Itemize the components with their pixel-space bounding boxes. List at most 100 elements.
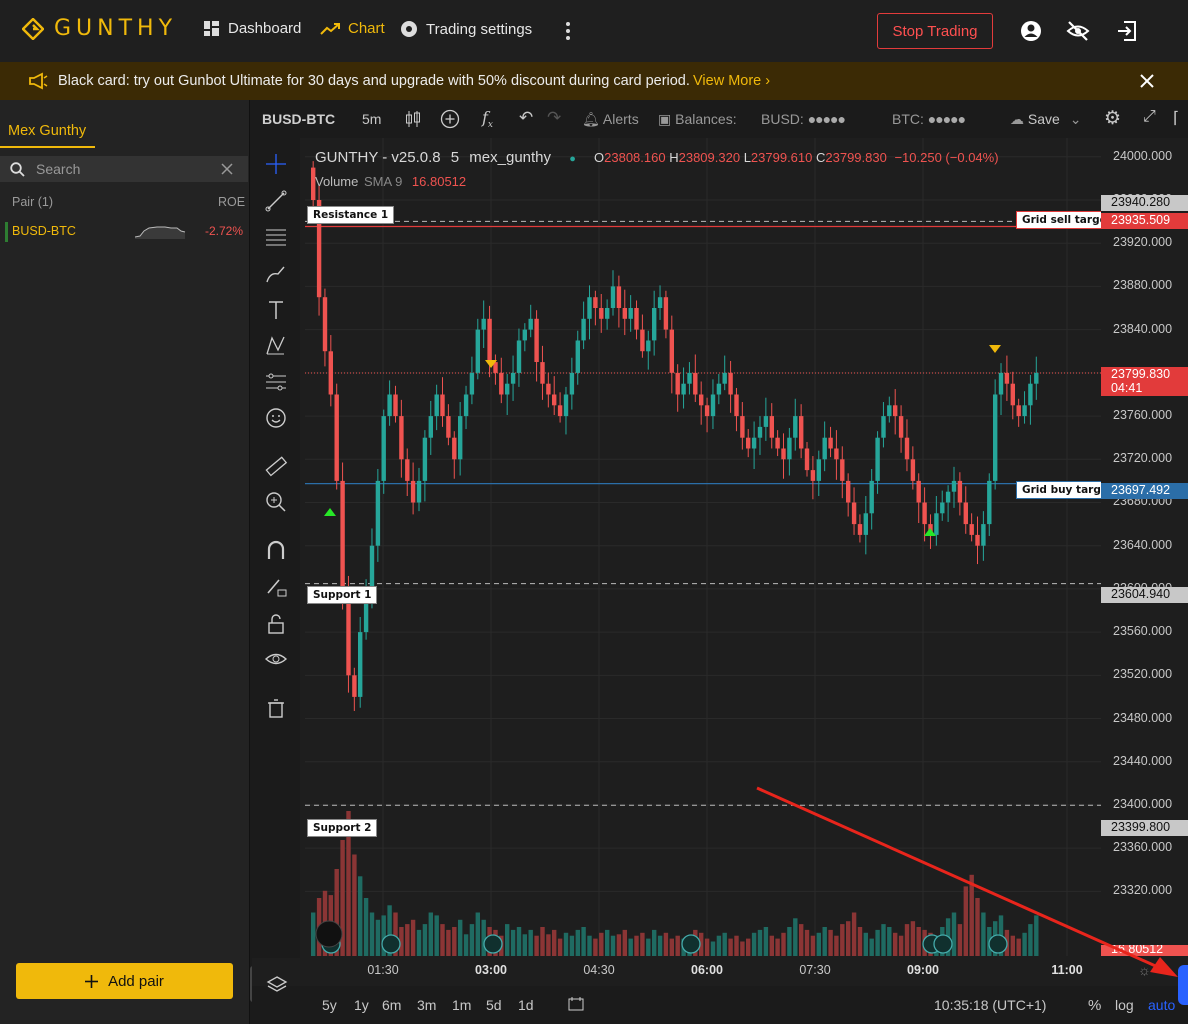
eye-off-icon[interactable]	[1066, 19, 1090, 43]
volume-bar	[828, 929, 833, 956]
candle-body	[863, 513, 868, 535]
gunthy-logo[interactable]: GUNTHY	[22, 16, 177, 41]
candle-body	[546, 383, 551, 395]
zoom-in-icon[interactable]	[264, 490, 288, 514]
save-button[interactable]: ☁ Save ⌄	[1010, 111, 1081, 128]
forecast-icon[interactable]	[264, 370, 288, 394]
volume-bar	[622, 929, 627, 956]
user-icon[interactable]	[1019, 19, 1043, 43]
range-button-1d[interactable]: 1d	[518, 997, 534, 1013]
trash-icon[interactable]	[264, 696, 288, 720]
undo-icon[interactable]: ↶	[519, 108, 533, 128]
range-button-1y[interactable]: 1y	[354, 997, 369, 1013]
add-pair-button[interactable]: Add pair	[16, 963, 233, 999]
volume-bar	[804, 929, 810, 956]
text-tool-icon[interactable]	[264, 298, 288, 322]
candle-body	[622, 308, 627, 319]
candle-body	[387, 394, 392, 417]
pattern-icon[interactable]	[264, 334, 288, 358]
nav-chart[interactable]: Chart	[320, 20, 385, 37]
lock-icon[interactable]	[264, 612, 288, 636]
trendline-icon[interactable]	[264, 189, 288, 213]
price-axis[interactable]: 24000.00023960.00023920.00023880.0002384…	[1101, 138, 1188, 956]
support-1-label[interactable]: Support 1	[307, 586, 378, 604]
logout-icon[interactable]	[1115, 19, 1139, 43]
fullscreen-icon[interactable]: ⤢	[1143, 108, 1156, 126]
candle-body	[846, 480, 851, 503]
percent-scale-toggle[interactable]: %	[1088, 997, 1101, 1014]
event-badge-icon	[483, 934, 503, 954]
chart-side-handle[interactable]	[1178, 965, 1188, 1005]
add-indicator-icon[interactable]	[440, 109, 460, 129]
view-more-link[interactable]: View More ›	[693, 73, 770, 89]
cloud-icon: ☁	[1010, 111, 1024, 127]
log-scale-toggle[interactable]: log	[1115, 997, 1134, 1013]
support-2-price: 23399.800	[1101, 820, 1188, 836]
banner-text: Black card: try out Gunbot Ultimate for …	[58, 73, 690, 89]
eye-icon[interactable]	[264, 647, 288, 671]
resistance-1-price: 23940.280	[1101, 195, 1188, 211]
range-button-5d[interactable]: 5d	[486, 997, 502, 1013]
axis-settings-icon[interactable]: ☼	[1138, 962, 1151, 978]
nav-dashboard[interactable]: Dashboard	[203, 20, 301, 37]
symbol-selector[interactable]: BUSD-BTC	[262, 111, 335, 127]
more-vertical-icon[interactable]	[556, 19, 580, 43]
candle-body	[458, 416, 463, 460]
clear-search-icon[interactable]	[221, 163, 233, 175]
busd-balance: BUSD: ●●●●●	[761, 111, 846, 127]
candlestick-chart[interactable]	[305, 138, 1101, 956]
chart-settings-icon[interactable]: ⚙	[1104, 107, 1121, 130]
magnet-icon[interactable]	[264, 539, 288, 563]
snapshot-icon[interactable]: ⌈	[1173, 108, 1179, 128]
plus-icon	[85, 974, 99, 988]
candle-body	[987, 480, 992, 525]
legend-source: mex_gunthy	[469, 149, 552, 166]
nav-trading-settings[interactable]: Trading settings	[400, 20, 532, 38]
interval-selector[interactable]: 5m	[362, 111, 381, 127]
range-button-3m[interactable]: 3m	[417, 997, 436, 1013]
time-axis[interactable]: 01:30 03:00 04:30 06:00 07:30 09:00 11:00	[305, 956, 1101, 984]
candle-body	[716, 383, 722, 395]
range-button-1m[interactable]: 1m	[452, 997, 471, 1013]
candle-body	[710, 394, 716, 417]
event-badge-icon	[933, 934, 953, 954]
auto-scale-toggle[interactable]: auto	[1148, 997, 1175, 1013]
resistance-1-label[interactable]: Resistance 1	[307, 206, 395, 224]
redo-icon[interactable]: ↷	[547, 108, 561, 128]
crosshair-icon[interactable]	[264, 152, 288, 176]
ruler-icon[interactable]	[264, 454, 288, 478]
candle-body	[775, 437, 780, 449]
volume-bar	[775, 938, 780, 956]
volume-bar	[751, 932, 757, 956]
top-navbar: GUNTHY Dashboard Chart Trading settings …	[0, 0, 1188, 62]
close-icon[interactable]	[1140, 74, 1154, 88]
chart-canvas[interactable]	[305, 138, 1101, 956]
volume-bar	[1022, 932, 1027, 956]
balances-button[interactable]: ▣ Balances:	[658, 111, 737, 128]
candle-body	[957, 480, 963, 503]
range-button-5y[interactable]: 5y	[322, 997, 337, 1013]
fib-retracement-icon[interactable]	[264, 225, 288, 249]
search-input[interactable]: Search	[36, 161, 80, 177]
brush-icon[interactable]	[264, 262, 288, 286]
tab-mex-gunthy[interactable]: Mex Gunthy	[0, 114, 95, 148]
volume-bar	[475, 912, 480, 956]
clock-timezone[interactable]: 10:35:18 (UTC+1)	[934, 997, 1046, 1013]
volume-bar	[1016, 938, 1021, 956]
volume-bar	[440, 924, 445, 956]
date-range-icon[interactable]	[567, 995, 585, 1013]
volume-bar	[675, 935, 680, 956]
candle-style-icon[interactable]	[405, 110, 421, 128]
volume-bar	[652, 929, 657, 956]
emoji-icon[interactable]	[264, 406, 288, 430]
stop-trading-button[interactable]: Stop Trading	[877, 13, 993, 49]
range-button-6m[interactable]: 6m	[382, 997, 401, 1013]
candle-body	[934, 513, 939, 535]
layers-icon[interactable]	[266, 974, 288, 996]
pair-row[interactable]: BUSD-BTC -2.72%	[0, 220, 248, 244]
fx-indicators-icon[interactable]: fx	[482, 108, 493, 130]
lock-drawing-icon[interactable]	[264, 575, 288, 599]
search-box[interactable]: Search	[0, 156, 248, 182]
support-2-label[interactable]: Support 2	[307, 819, 378, 837]
alerts-button[interactable]: 🔔︎ Alerts	[582, 111, 639, 128]
